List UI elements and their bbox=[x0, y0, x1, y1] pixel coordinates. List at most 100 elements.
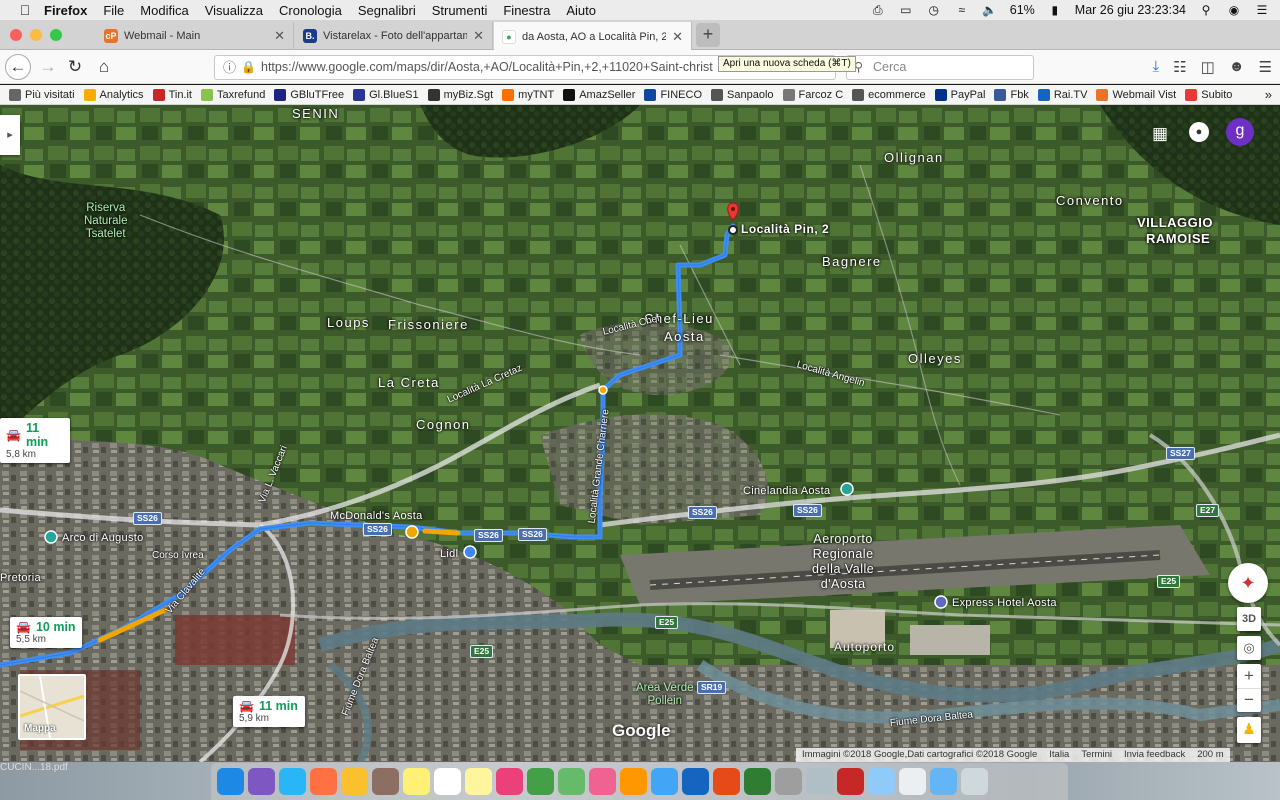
bookmark-item[interactable]: Taxrefund bbox=[201, 88, 265, 101]
bookmark-item[interactable]: Gl.BlueS1 bbox=[353, 88, 419, 101]
bookmark-item[interactable]: FINECO bbox=[644, 88, 702, 101]
dock-finder-icon[interactable] bbox=[217, 768, 244, 795]
close-tab-icon[interactable]: ✕ bbox=[274, 28, 285, 44]
zoom-out-button[interactable]: − bbox=[1237, 688, 1261, 712]
battery-icon[interactable]: ▮ bbox=[1047, 4, 1063, 16]
dock-chrome-icon[interactable] bbox=[341, 768, 368, 795]
menu-app-name[interactable]: Firefox bbox=[36, 3, 95, 18]
new-tab-button[interactable]: + bbox=[696, 23, 720, 47]
google-map[interactable]: ▸ SENIN Ollignan Convento VILLAGGIO RAMO… bbox=[0, 105, 1280, 762]
dock-downloads-icon[interactable] bbox=[930, 768, 957, 795]
downloads-icon[interactable]: ⤓ bbox=[1152, 58, 1159, 76]
reload-button[interactable]: ↻ bbox=[63, 56, 87, 78]
bookmark-item[interactable]: PayPal bbox=[934, 88, 985, 101]
bookmark-item[interactable]: Tin.it bbox=[152, 88, 192, 101]
my-location-icon[interactable]: ◎ bbox=[1237, 636, 1261, 660]
terms-link[interactable]: Termini bbox=[1081, 748, 1112, 762]
dock-launcher-icon[interactable] bbox=[806, 768, 833, 795]
menu-view[interactable]: Visualizza bbox=[197, 3, 271, 18]
notifications-icon[interactable]: ● bbox=[1189, 122, 1209, 142]
bookmark-item[interactable]: Webmail Vist bbox=[1096, 88, 1176, 101]
dock-calendar-icon[interactable] bbox=[434, 768, 461, 795]
pegman-icon[interactable]: ♟ bbox=[1237, 717, 1261, 743]
dock-safari-icon[interactable] bbox=[279, 768, 306, 795]
poi-label[interactable]: Express Hotel Aosta bbox=[952, 597, 1057, 609]
dock-document-icon[interactable] bbox=[899, 768, 926, 795]
close-tab-icon[interactable]: ✕ bbox=[672, 29, 683, 45]
dock-music-icon[interactable] bbox=[589, 768, 616, 795]
dock-powerpoint-icon[interactable] bbox=[713, 768, 740, 795]
bookmark-item[interactable]: Sanpaolo bbox=[711, 88, 774, 101]
wifi-icon[interactable]: ≈ bbox=[954, 4, 970, 16]
minimize-window-button[interactable] bbox=[30, 29, 42, 41]
dock-dvd-remote-icon[interactable] bbox=[837, 768, 864, 795]
collapse-side-panel-button[interactable]: ▸ bbox=[0, 115, 20, 155]
menu-help[interactable]: Aiuto bbox=[558, 3, 604, 18]
airport-label[interactable]: Aeroporto Regionale della Valle d'Aosta bbox=[812, 532, 874, 592]
dock-firefox-icon[interactable] bbox=[310, 768, 337, 795]
bookmark-item[interactable]: GBluTFree bbox=[274, 88, 344, 101]
notification-center-icon[interactable]: ☰ bbox=[1254, 4, 1270, 16]
destination-label[interactable]: Località Pin, 2 bbox=[741, 222, 829, 236]
poi-label[interactable]: Lidl bbox=[440, 548, 458, 560]
bookmark-item[interactable]: Farcoz C bbox=[782, 88, 843, 101]
account-icon[interactable]: ☻ bbox=[1229, 58, 1245, 76]
info-icon[interactable]: ⓘ bbox=[223, 56, 236, 79]
desktop-file-label[interactable]: CUCIN...18.pdf bbox=[0, 762, 68, 773]
tab-webmail[interactable]: cP Webmail - Main ✕ bbox=[96, 22, 294, 50]
home-button[interactable]: ⌂ bbox=[92, 56, 116, 78]
avatar[interactable]: g bbox=[1226, 118, 1254, 146]
bookmark-item[interactable]: myBiz.Sgt bbox=[427, 88, 493, 101]
compass-icon[interactable]: ✦ bbox=[1228, 563, 1268, 603]
hamburger-menu-icon[interactable]: ☰ bbox=[1259, 58, 1272, 76]
close-window-button[interactable] bbox=[10, 29, 22, 41]
bookmarks-overflow-icon[interactable]: » bbox=[1265, 87, 1272, 102]
airplay-icon[interactable]: ▭ bbox=[898, 4, 914, 16]
dock-trash-icon[interactable] bbox=[961, 768, 988, 795]
menu-edit[interactable]: Modifica bbox=[132, 3, 196, 18]
volume-icon[interactable]: 🔈 bbox=[982, 4, 998, 16]
map-type-toggle[interactable]: Mappa bbox=[18, 674, 86, 740]
route-card-selected[interactable]: 🚘 10 min 5,5 km bbox=[10, 617, 82, 648]
route-card[interactable]: 🚘 11 min 5,9 km bbox=[233, 696, 305, 727]
dock-stickies-icon[interactable] bbox=[465, 768, 492, 795]
menu-history[interactable]: Cronologia bbox=[271, 3, 350, 18]
menu-tools[interactable]: Strumenti bbox=[424, 3, 496, 18]
bookmark-item[interactable]: Fbk bbox=[994, 88, 1029, 101]
dock-facetime-icon[interactable] bbox=[558, 768, 585, 795]
forward-button[interactable]: → bbox=[36, 56, 60, 78]
siri-icon[interactable]: ◉ bbox=[1226, 4, 1242, 16]
poi-label[interactable]: Arco di Augusto bbox=[62, 532, 144, 544]
close-tab-icon[interactable]: ✕ bbox=[473, 28, 484, 44]
menu-bookmarks[interactable]: Segnalibri bbox=[350, 3, 424, 18]
bookmark-item[interactable]: Analytics bbox=[83, 88, 144, 101]
poi-label[interactable]: McDonald's Aosta bbox=[330, 510, 423, 522]
sidebar-icon[interactable]: ◫ bbox=[1201, 58, 1215, 76]
lock-icon[interactable]: 🔒 bbox=[241, 56, 256, 79]
printer-icon[interactable]: ⎙ bbox=[870, 4, 886, 16]
dock-photos-icon[interactable] bbox=[496, 768, 523, 795]
dock-excel-icon[interactable] bbox=[744, 768, 771, 795]
google-apps-icon[interactable]: ▦ bbox=[1152, 124, 1168, 144]
feedback-link[interactable]: Invia feedback bbox=[1124, 748, 1185, 762]
tab-maps-active[interactable]: ● da Aosta, AO a Località Pin, 2 - ✕ bbox=[494, 22, 692, 51]
apple-menu-icon[interactable]:  bbox=[14, 2, 36, 18]
time-machine-icon[interactable]: ◷ bbox=[926, 4, 942, 16]
bookmark-item[interactable]: ecommerce bbox=[852, 88, 926, 101]
dock-folder-icon[interactable] bbox=[868, 768, 895, 795]
library-icon[interactable]: ☷ bbox=[1173, 58, 1186, 76]
menu-file[interactable]: File bbox=[95, 3, 132, 18]
dock-word-icon[interactable] bbox=[682, 768, 709, 795]
clock[interactable]: Mar 26 giu 23:23:34 bbox=[1075, 3, 1186, 17]
bookmark-item[interactable]: Rai.TV bbox=[1037, 88, 1087, 101]
spotlight-icon[interactable]: ⚲ bbox=[1198, 4, 1214, 16]
zoom-in-button[interactable]: + bbox=[1237, 664, 1261, 688]
bookmark-item[interactable]: Subito bbox=[1185, 88, 1232, 101]
poi-label[interactable]: Autoporto bbox=[834, 640, 895, 654]
bookmark-item[interactable]: myTNT bbox=[502, 88, 554, 101]
back-button[interactable]: ← bbox=[5, 54, 31, 80]
bookmark-item[interactable]: Più visitati bbox=[9, 88, 75, 101]
scale-label[interactable]: 200 m bbox=[1197, 748, 1223, 762]
dock-preview-icon[interactable] bbox=[372, 768, 399, 795]
poi-label[interactable]: Cinelandia Aosta bbox=[743, 485, 830, 497]
